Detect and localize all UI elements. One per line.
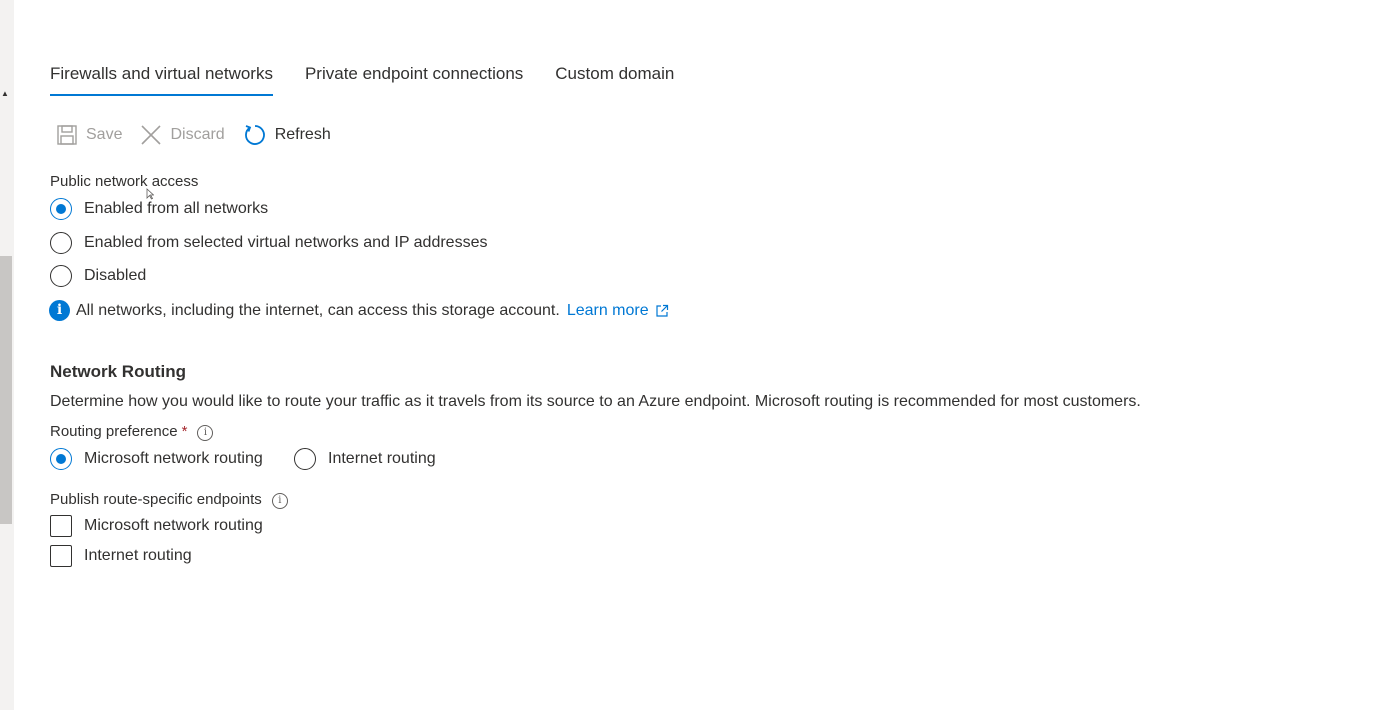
public-network-access-label: Public network access: [50, 173, 199, 190]
refresh-icon: [244, 125, 265, 145]
refresh-button[interactable]: Refresh: [243, 123, 331, 147]
radio-label: Microsoft network routing: [84, 450, 263, 467]
info-tooltip-icon[interactable]: i: [271, 493, 288, 509]
radio-microsoft-network-routing[interactable]: Microsoft network routing: [50, 448, 263, 470]
scroll-up-arrow-icon[interactable]: ▲: [0, 88, 10, 100]
radio-button[interactable]: [50, 265, 72, 287]
scrollbar-thumb[interactable]: [0, 256, 12, 524]
checkbox-microsoft-network-routing[interactable]: Microsoft network routing: [50, 515, 263, 537]
checkbox-label: Microsoft network routing: [84, 517, 263, 534]
tab-firewalls-and-virtual-networks[interactable]: Firewalls and virtual networks: [50, 62, 273, 96]
radio-internet-routing[interactable]: Internet routing: [294, 448, 436, 470]
close-icon: [141, 125, 162, 145]
refresh-label: Refresh: [274, 126, 331, 143]
command-bar: Save Discard Refresh: [56, 120, 349, 150]
publish-endpoints-text: Publish route-specific endpoints: [50, 491, 262, 508]
radio-disabled[interactable]: Disabled: [50, 265, 146, 287]
info-message: i All networks, including the internet, …: [49, 300, 669, 321]
network-routing-description: Determine how you would like to route yo…: [50, 393, 1141, 410]
radio-button-checked[interactable]: [50, 448, 72, 470]
external-link-icon: [656, 304, 668, 317]
checkbox-label: Internet routing: [84, 547, 192, 564]
info-tooltip-icon[interactable]: i: [197, 425, 214, 441]
radio-button-checked[interactable]: [50, 198, 72, 220]
save-icon: [57, 125, 77, 145]
info-icon: i: [49, 300, 70, 321]
discard-label: Discard: [170, 126, 225, 143]
radio-enabled-selected-networks[interactable]: Enabled from selected virtual networks a…: [50, 232, 487, 254]
radio-label: Enabled from all networks: [84, 200, 269, 217]
radio-label: Enabled from selected virtual networks a…: [84, 234, 488, 251]
save-button[interactable]: Save: [56, 124, 122, 146]
checkbox-internet-routing[interactable]: Internet routing: [50, 545, 192, 567]
radio-label: Disabled: [84, 267, 147, 284]
radio-button[interactable]: [294, 448, 316, 470]
save-label: Save: [86, 126, 123, 143]
checkbox[interactable]: [50, 515, 72, 537]
mouse-cursor-icon: [146, 188, 154, 200]
tab-custom-domain[interactable]: Custom domain: [555, 62, 674, 96]
radio-enabled-all-networks[interactable]: Enabled from all networks: [50, 198, 268, 220]
checkbox[interactable]: [50, 545, 72, 567]
publish-endpoints-label: Publish route-specific endpoints i: [50, 491, 288, 509]
radio-button[interactable]: [50, 232, 72, 254]
routing-preference-text: Routing preference: [50, 423, 178, 440]
discard-button[interactable]: Discard: [140, 124, 225, 146]
required-asterisk: *: [181, 423, 188, 440]
routing-preference-label: Routing preference * i: [50, 423, 214, 441]
learn-more-label: Learn more: [566, 301, 649, 319]
network-routing-heading: Network Routing: [50, 362, 186, 381]
tab-private-endpoint-connections[interactable]: Private endpoint connections: [305, 62, 523, 96]
learn-more-link[interactable]: Learn more: [567, 302, 669, 320]
info-text: All networks, including the internet, ca…: [76, 301, 560, 319]
radio-label: Internet routing: [328, 450, 436, 467]
tab-bar: Firewalls and virtual networks Private e…: [50, 62, 706, 96]
